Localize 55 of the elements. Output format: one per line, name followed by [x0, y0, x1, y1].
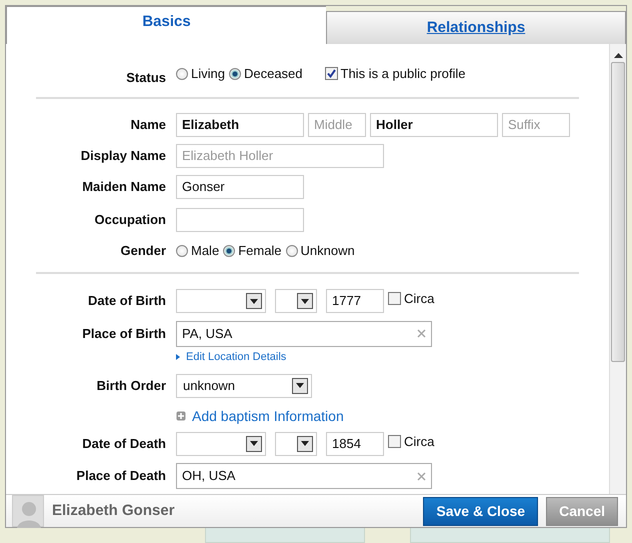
dropdown[interactable] [176, 289, 266, 313]
checkbox-label: Circa [404, 432, 434, 450]
radio-button[interactable] [176, 245, 188, 257]
radio-label: Living [191, 64, 225, 83]
save-button[interactable]: Save & Close [423, 496, 538, 526]
edit-location-link[interactable]: Edit Location Details [186, 349, 286, 366]
field-label: Gender [119, 242, 167, 260]
location-field[interactable]: OH, USA [176, 463, 432, 489]
field-label: Display Name [80, 146, 167, 165]
field-label: Status [125, 68, 167, 87]
radio-button[interactable] [286, 245, 298, 257]
radio-label: Deceased [244, 64, 303, 83]
caret-icon[interactable] [297, 293, 313, 309]
radio-button[interactable] [176, 68, 188, 80]
checkbox[interactable] [388, 292, 401, 306]
caret-icon[interactable] [297, 436, 313, 452]
checkbox[interactable] [324, 67, 338, 80]
add-baptism-link[interactable]: Add baptism Information [192, 406, 344, 426]
checkbox-label: Circa [404, 290, 434, 308]
input-field[interactable]: 1777 [326, 289, 384, 313]
field-label: Occupation [93, 211, 167, 230]
input-field[interactable] [176, 208, 304, 232]
field-label: Name [130, 116, 167, 134]
input-field[interactable]: Elizabeth [176, 112, 304, 136]
caret-icon[interactable] [292, 378, 308, 394]
dropdown[interactable] [275, 432, 317, 456]
radio-button[interactable] [223, 245, 236, 257]
plus-icon [176, 411, 186, 421]
field-label: Maiden Name [81, 178, 167, 196]
input-field[interactable]: Holler [370, 112, 498, 136]
checkbox-label: This is a public profile [340, 64, 466, 83]
location-field[interactable]: PA, USA [176, 320, 432, 346]
radio-label: Unknown [300, 242, 355, 260]
checkbox[interactable] [388, 434, 401, 448]
field-label: Place of Birth [81, 324, 167, 343]
radio-button[interactable] [228, 68, 241, 80]
field-label: Birth Order [96, 376, 167, 395]
tab[interactable]: Basics [6, 6, 326, 44]
dropdown[interactable] [176, 432, 266, 456]
radio-label: Male [191, 242, 220, 260]
caret-icon[interactable] [246, 436, 262, 452]
dropdown[interactable]: unknown [176, 374, 312, 398]
person-name: Elizabeth Gonser [52, 500, 176, 521]
radio-label: Female [238, 242, 282, 260]
caret-icon [176, 354, 180, 360]
scrollbar[interactable] [609, 44, 626, 494]
input-field[interactable]: 1854 [326, 432, 384, 456]
dropdown[interactable] [275, 289, 317, 313]
field-label: Place of Death [75, 467, 167, 486]
field-label: Date of Birth [87, 292, 167, 310]
field-label: Date of Death [81, 434, 167, 453]
scroll-up-icon[interactable] [614, 52, 622, 58]
caret-icon[interactable] [246, 293, 262, 309]
tab[interactable]: Relationships [326, 11, 626, 44]
input-field[interactable]: Gonser [176, 174, 304, 198]
